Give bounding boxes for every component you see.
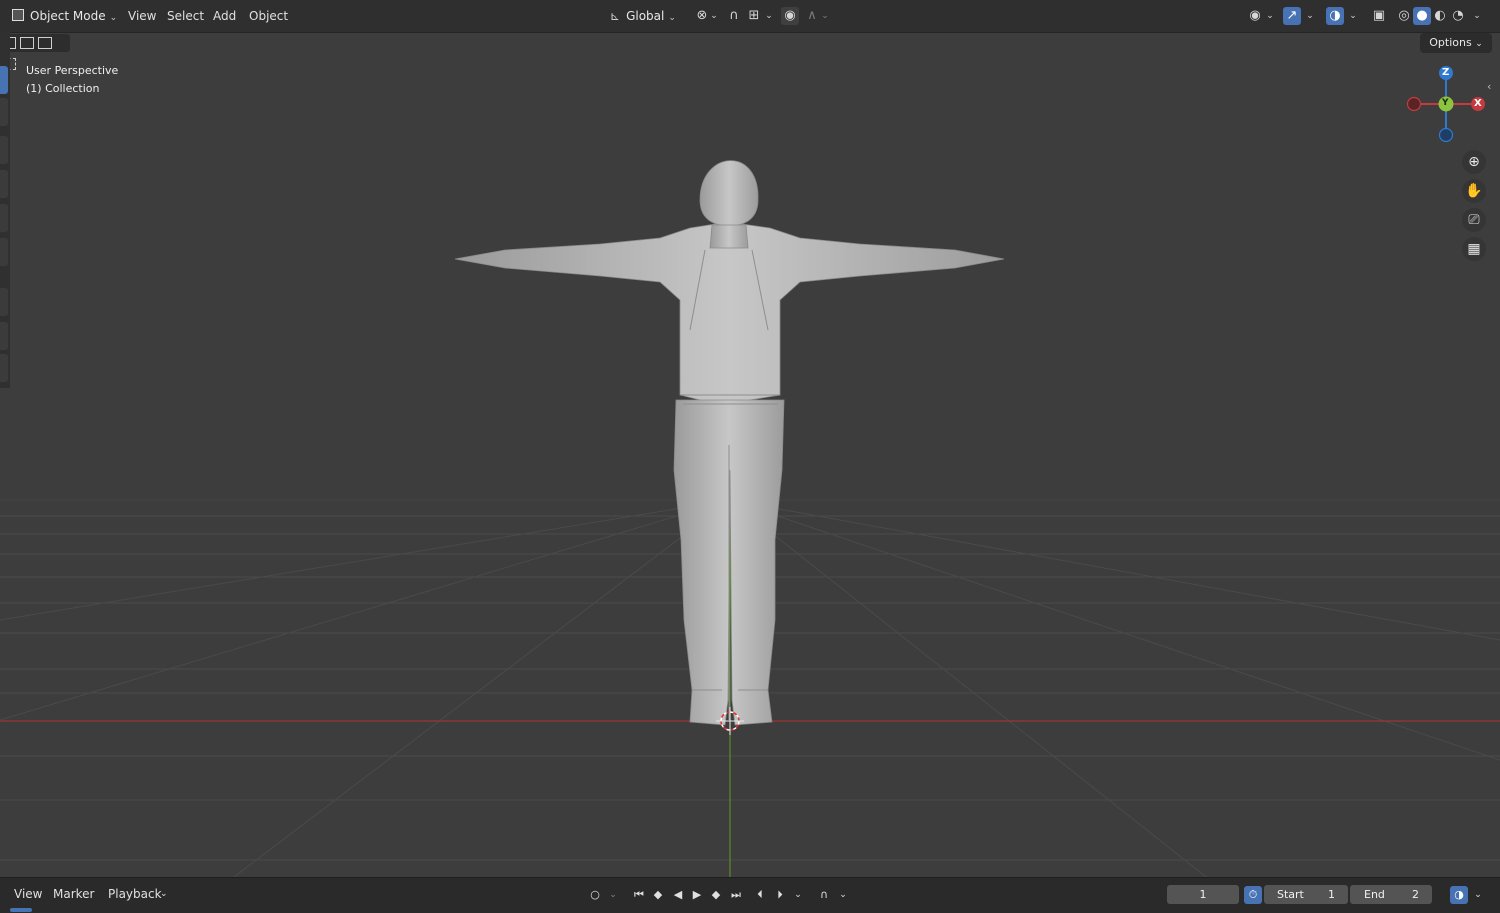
snap-increment-icon[interactable]: ⊞ [745,7,763,25]
mode-label: Object Mode [30,9,106,23]
start-label: Start [1277,888,1304,901]
tool-scale[interactable] [0,204,8,232]
timeline-menu-view[interactable]: View [14,878,42,910]
chevron-down-icon[interactable]: ⌄ [709,7,719,25]
gizmo-x-label[interactable]: X [1474,98,1482,109]
tool-move[interactable] [0,136,8,164]
gizmo-z-label[interactable]: Z [1442,67,1449,78]
tool-select-box[interactable] [0,66,8,94]
chevron-down-icon: ⌄ [668,13,676,23]
tool-cursor[interactable] [0,98,8,126]
tool-annotate[interactable] [0,288,8,316]
chevron-down-icon[interactable]: ⌄ [1265,7,1275,25]
chevron-down-icon[interactable]: ⌄ [834,886,852,904]
options-dropdown[interactable]: Options ⌄ [1420,33,1492,53]
pan-hand-icon[interactable]: ✋ [1462,179,1486,203]
falloff-curve-icon[interactable]: ∧ [803,7,821,25]
toolbar [0,32,10,388]
xray-toggle-icon[interactable]: ▣ [1370,7,1388,25]
visibility-eye-icon[interactable]: ◉ [1246,7,1264,25]
auto-keying-icon[interactable]: ○ [586,886,604,904]
proportional-edit-icon[interactable]: ◉ [781,7,799,25]
menu-add[interactable]: Add [213,0,236,32]
end-value: 2 [1412,888,1419,901]
camera-view-icon[interactable]: ⎚ [1462,208,1486,232]
jump-end-icon[interactable]: ⏭ [727,886,745,904]
chevron-down-icon[interactable]: ⌄ [1305,7,1315,25]
select-subtract-icon[interactable] [38,37,52,49]
play-icon[interactable]: ▶ [688,886,706,904]
gizmo-toggle-icon[interactable]: ↗ [1283,7,1301,25]
tool-rotate[interactable] [0,170,8,198]
tool-transform[interactable] [0,238,8,266]
prev-keyframe-icon[interactable]: ◆ [649,886,667,904]
preview-range-icon[interactable]: ⏱ [1244,886,1262,904]
chevron-down-icon[interactable]: ⌄ [820,7,830,25]
tool-measure[interactable] [0,322,8,350]
viewport-header: Object Mode ⌄ View Select Add Object ⊾ Glo… [0,0,1500,33]
timeline-menu-playback[interactable]: Playback [108,878,162,910]
perspective-grid-icon[interactable]: ▦ [1462,237,1486,261]
options-label: Options [1429,36,1472,49]
play-reverse-icon[interactable]: ◀ [669,886,687,904]
gizmo-y-label[interactable]: Y [1442,98,1449,108]
chevron-down-icon[interactable]: ⌄ [764,7,774,25]
shading-solid-icon[interactable]: ● [1413,7,1431,25]
prev-frame-icon[interactable]: ⏴ [751,886,769,904]
viewport-perspective-label: User Perspective [26,64,119,77]
menu-object[interactable]: Object [249,0,288,32]
workspace-indicator [10,908,32,912]
next-keyframe-icon[interactable]: ◆ [707,886,725,904]
menu-select[interactable]: Select [167,0,204,32]
chevron-down-icon[interactable]: ⌄ [789,886,807,904]
shading-rendered-icon[interactable]: ◔ [1449,7,1467,25]
chevron-down-icon[interactable]: ⌄ [160,878,168,910]
sidebar-toggle-icon[interactable]: ‹ [1487,80,1491,93]
menu-view[interactable]: View [128,0,156,32]
object-mode-icon [12,9,24,21]
viewport-3d[interactable] [0,0,1500,912]
timeline-overlay-icon[interactable]: ◑ [1450,886,1468,904]
current-frame-value: 1 [1199,888,1207,901]
timeline-header: View Marker Playback ⌄ ○ ⌄ ⏮ ◆ ◀ ▶ ◆ ⏭ ⏴… [0,877,1500,913]
timeline-menu-marker[interactable]: Marker [53,878,94,910]
orientation-label: Global [626,9,665,23]
snap-magnet-icon[interactable]: ∩ [725,7,743,25]
select-extend-icon[interactable] [20,37,34,49]
zoom-icon[interactable]: ⊕ [1462,150,1486,174]
jump-start-icon[interactable]: ⏮ [630,886,648,904]
shading-material-icon[interactable]: ◐ [1431,7,1449,25]
end-frame-field[interactable]: End 2 [1350,885,1432,904]
start-value: 1 [1328,888,1335,901]
gizmo-x-negative [1406,96,1422,112]
chevron-down-icon[interactable]: ⌄ [1472,7,1482,25]
start-frame-field[interactable]: Start 1 [1264,885,1348,904]
chevron-down-icon[interactable]: ⌄ [1348,7,1358,25]
chevron-down-icon[interactable]: ⌄ [1469,886,1487,904]
next-frame-icon[interactable]: ⏵ [771,886,789,904]
tool-add-cube[interactable] [0,354,8,382]
chevron-down-icon: ⌄ [109,13,118,23]
chevron-down-icon[interactable]: ⌄ [604,886,622,904]
overlays-icon[interactable]: ◑ [1326,7,1344,25]
transform-orientation-dropdown[interactable]: ⊾ Global ⌄ [610,7,684,26]
viewport-collection-label: (1) Collection [26,82,100,95]
sync-mode-icon[interactable]: ∩ [815,886,833,904]
current-frame-field[interactable]: 1 [1167,885,1239,904]
gizmo-z-negative [1438,127,1454,143]
end-label: End [1364,888,1385,901]
mode-dropdown[interactable]: Object Mode ⌄ [8,7,120,26]
chevron-down-icon: ⌄ [1475,39,1483,49]
selection-mode-buttons[interactable] [0,34,70,70]
orientation-icon: ⊾ [610,9,621,23]
shading-wireframe-icon[interactable]: ◎ [1395,7,1413,25]
